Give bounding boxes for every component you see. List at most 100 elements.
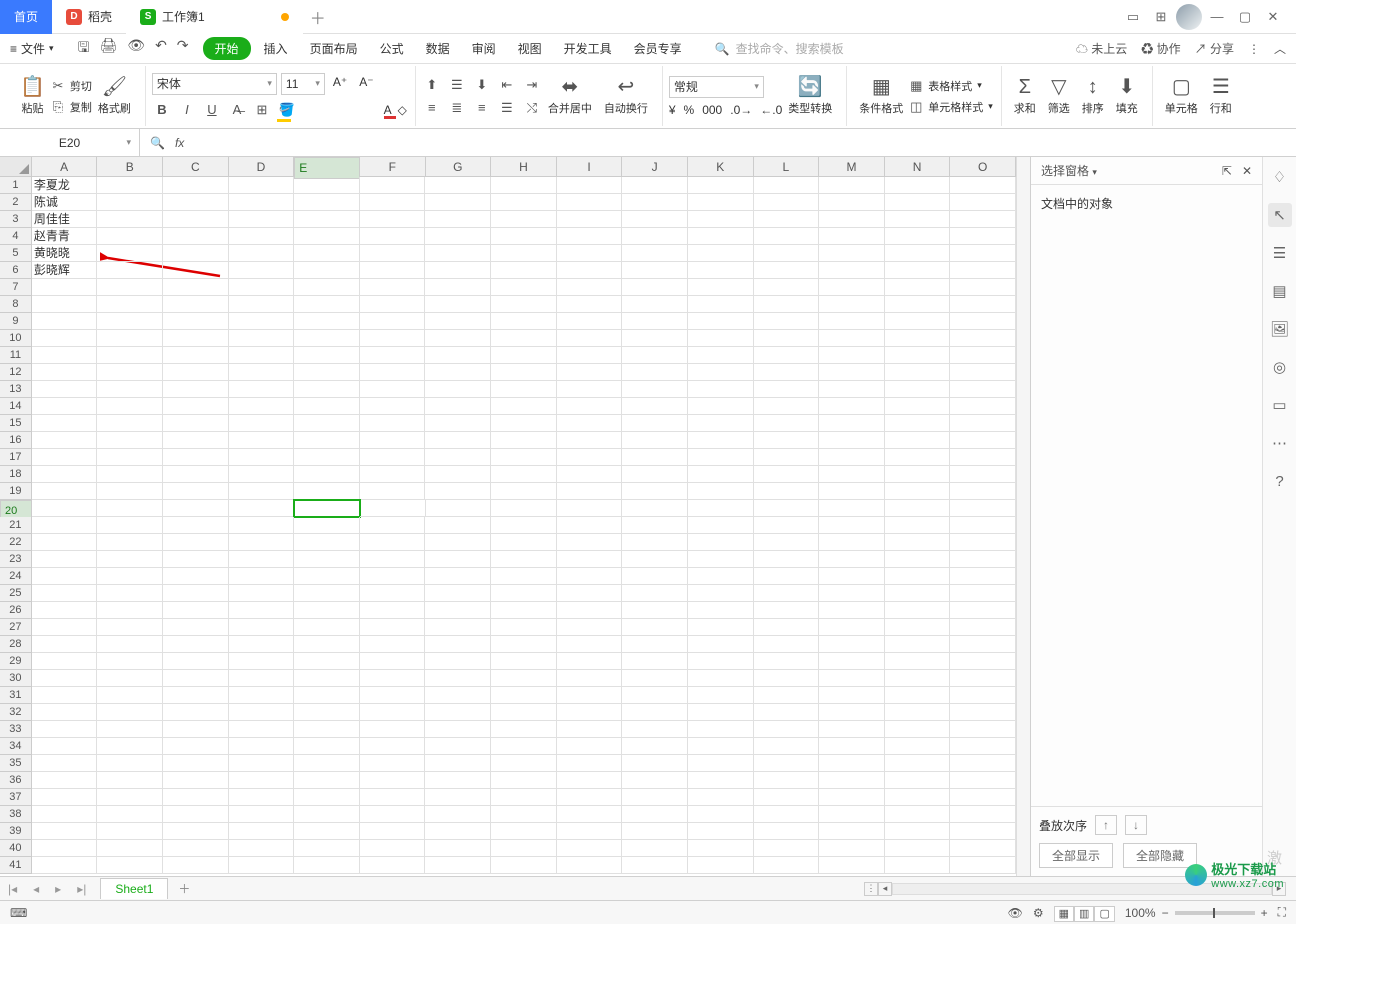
cell[interactable] [688, 568, 754, 585]
cell[interactable] [622, 534, 688, 551]
cell[interactable] [294, 466, 360, 483]
cell[interactable] [819, 602, 885, 619]
font-size-select[interactable]: 11▾ [281, 73, 325, 95]
tab-docker[interactable]: D稻壳 [52, 0, 126, 34]
command-search[interactable]: 🔍 查找命令、搜索模板 [715, 40, 844, 57]
cell[interactable] [557, 772, 623, 789]
cell[interactable] [425, 415, 491, 432]
cell[interactable] [163, 517, 229, 534]
cell[interactable] [950, 432, 1016, 449]
cell[interactable] [229, 415, 295, 432]
cell[interactable] [950, 398, 1016, 415]
table-style-button[interactable]: ▦表格样式▾ [909, 77, 993, 95]
cell[interactable] [557, 840, 623, 857]
cell[interactable] [557, 755, 623, 772]
cell[interactable] [229, 347, 295, 364]
cell[interactable] [491, 636, 557, 653]
row-header[interactable]: 31 [0, 687, 32, 704]
order-down-button[interactable]: ↓ [1125, 815, 1147, 835]
cell[interactable] [885, 704, 951, 721]
cell[interactable] [97, 313, 163, 330]
cell[interactable] [294, 330, 360, 347]
cell[interactable] [622, 551, 688, 568]
cell[interactable] [491, 534, 557, 551]
cell[interactable] [754, 500, 820, 517]
cell[interactable] [754, 738, 820, 755]
cell[interactable] [950, 313, 1016, 330]
cell[interactable] [425, 279, 491, 296]
cell[interactable] [819, 619, 885, 636]
cell[interactable] [294, 789, 360, 806]
pin-icon[interactable]: ⇱ [1222, 164, 1232, 178]
cell[interactable] [950, 857, 1016, 874]
cell[interactable] [229, 466, 295, 483]
cell[interactable] [688, 245, 754, 262]
cell[interactable] [819, 432, 885, 449]
cell[interactable] [97, 755, 163, 772]
cell[interactable] [97, 194, 163, 211]
cell[interactable] [32, 279, 98, 296]
cell[interactable] [950, 262, 1016, 279]
cell[interactable] [491, 296, 557, 313]
cell[interactable] [32, 398, 98, 415]
cell[interactable] [622, 211, 688, 228]
fill-button[interactable]: ⬇填充 [1110, 68, 1144, 124]
cell[interactable] [360, 551, 426, 568]
collab-button[interactable]: ♻ 协作 [1141, 40, 1180, 57]
cell[interactable] [754, 466, 820, 483]
cell[interactable] [557, 398, 623, 415]
row-header[interactable]: 37 [0, 789, 32, 806]
cell[interactable] [491, 806, 557, 823]
font-color-button[interactable]: A [384, 103, 392, 117]
cell[interactable] [688, 823, 754, 840]
row-header[interactable]: 21 [0, 517, 32, 534]
cell[interactable] [950, 789, 1016, 806]
cell[interactable] [819, 840, 885, 857]
cell[interactable] [688, 398, 754, 415]
cell[interactable] [622, 483, 688, 500]
cell[interactable] [32, 568, 98, 585]
cell[interactable] [688, 789, 754, 806]
cell[interactable] [229, 194, 295, 211]
cell[interactable] [32, 687, 98, 704]
cell[interactable] [360, 772, 426, 789]
cell[interactable] [557, 228, 623, 245]
vertical-scrollbar[interactable] [1016, 157, 1030, 876]
cell[interactable] [360, 381, 426, 398]
cell[interactable] [819, 245, 885, 262]
align-middle-button[interactable]: ☰ [447, 75, 467, 95]
cell[interactable] [819, 755, 885, 772]
cell[interactable] [97, 534, 163, 551]
cell[interactable] [557, 296, 623, 313]
cell[interactable] [688, 500, 754, 517]
row-header[interactable]: 7 [0, 279, 32, 296]
cell[interactable] [950, 279, 1016, 296]
cell[interactable] [163, 177, 229, 194]
cell[interactable] [294, 228, 360, 245]
col-header-M[interactable]: M [819, 157, 885, 176]
cell[interactable] [622, 449, 688, 466]
cell[interactable] [229, 398, 295, 415]
cell[interactable] [163, 551, 229, 568]
cell[interactable] [819, 517, 885, 534]
cell[interactable] [294, 772, 360, 789]
row-header[interactable]: 38 [0, 806, 32, 823]
cell[interactable] [754, 585, 820, 602]
cell[interactable] [163, 721, 229, 738]
cell[interactable] [32, 789, 98, 806]
cell[interactable] [32, 415, 98, 432]
col-header-I[interactable]: I [557, 157, 623, 176]
row-header[interactable]: 24 [0, 568, 32, 585]
cell[interactable] [425, 228, 491, 245]
cell[interactable] [163, 840, 229, 857]
fx-icon[interactable]: fx [175, 136, 184, 150]
cell[interactable] [32, 347, 98, 364]
cell[interactable] [425, 245, 491, 262]
cell[interactable] [885, 228, 951, 245]
cell[interactable] [622, 330, 688, 347]
cell[interactable] [97, 245, 163, 262]
cell[interactable] [32, 823, 98, 840]
cell[interactable] [97, 806, 163, 823]
cell[interactable] [360, 738, 426, 755]
cell[interactable] [885, 534, 951, 551]
